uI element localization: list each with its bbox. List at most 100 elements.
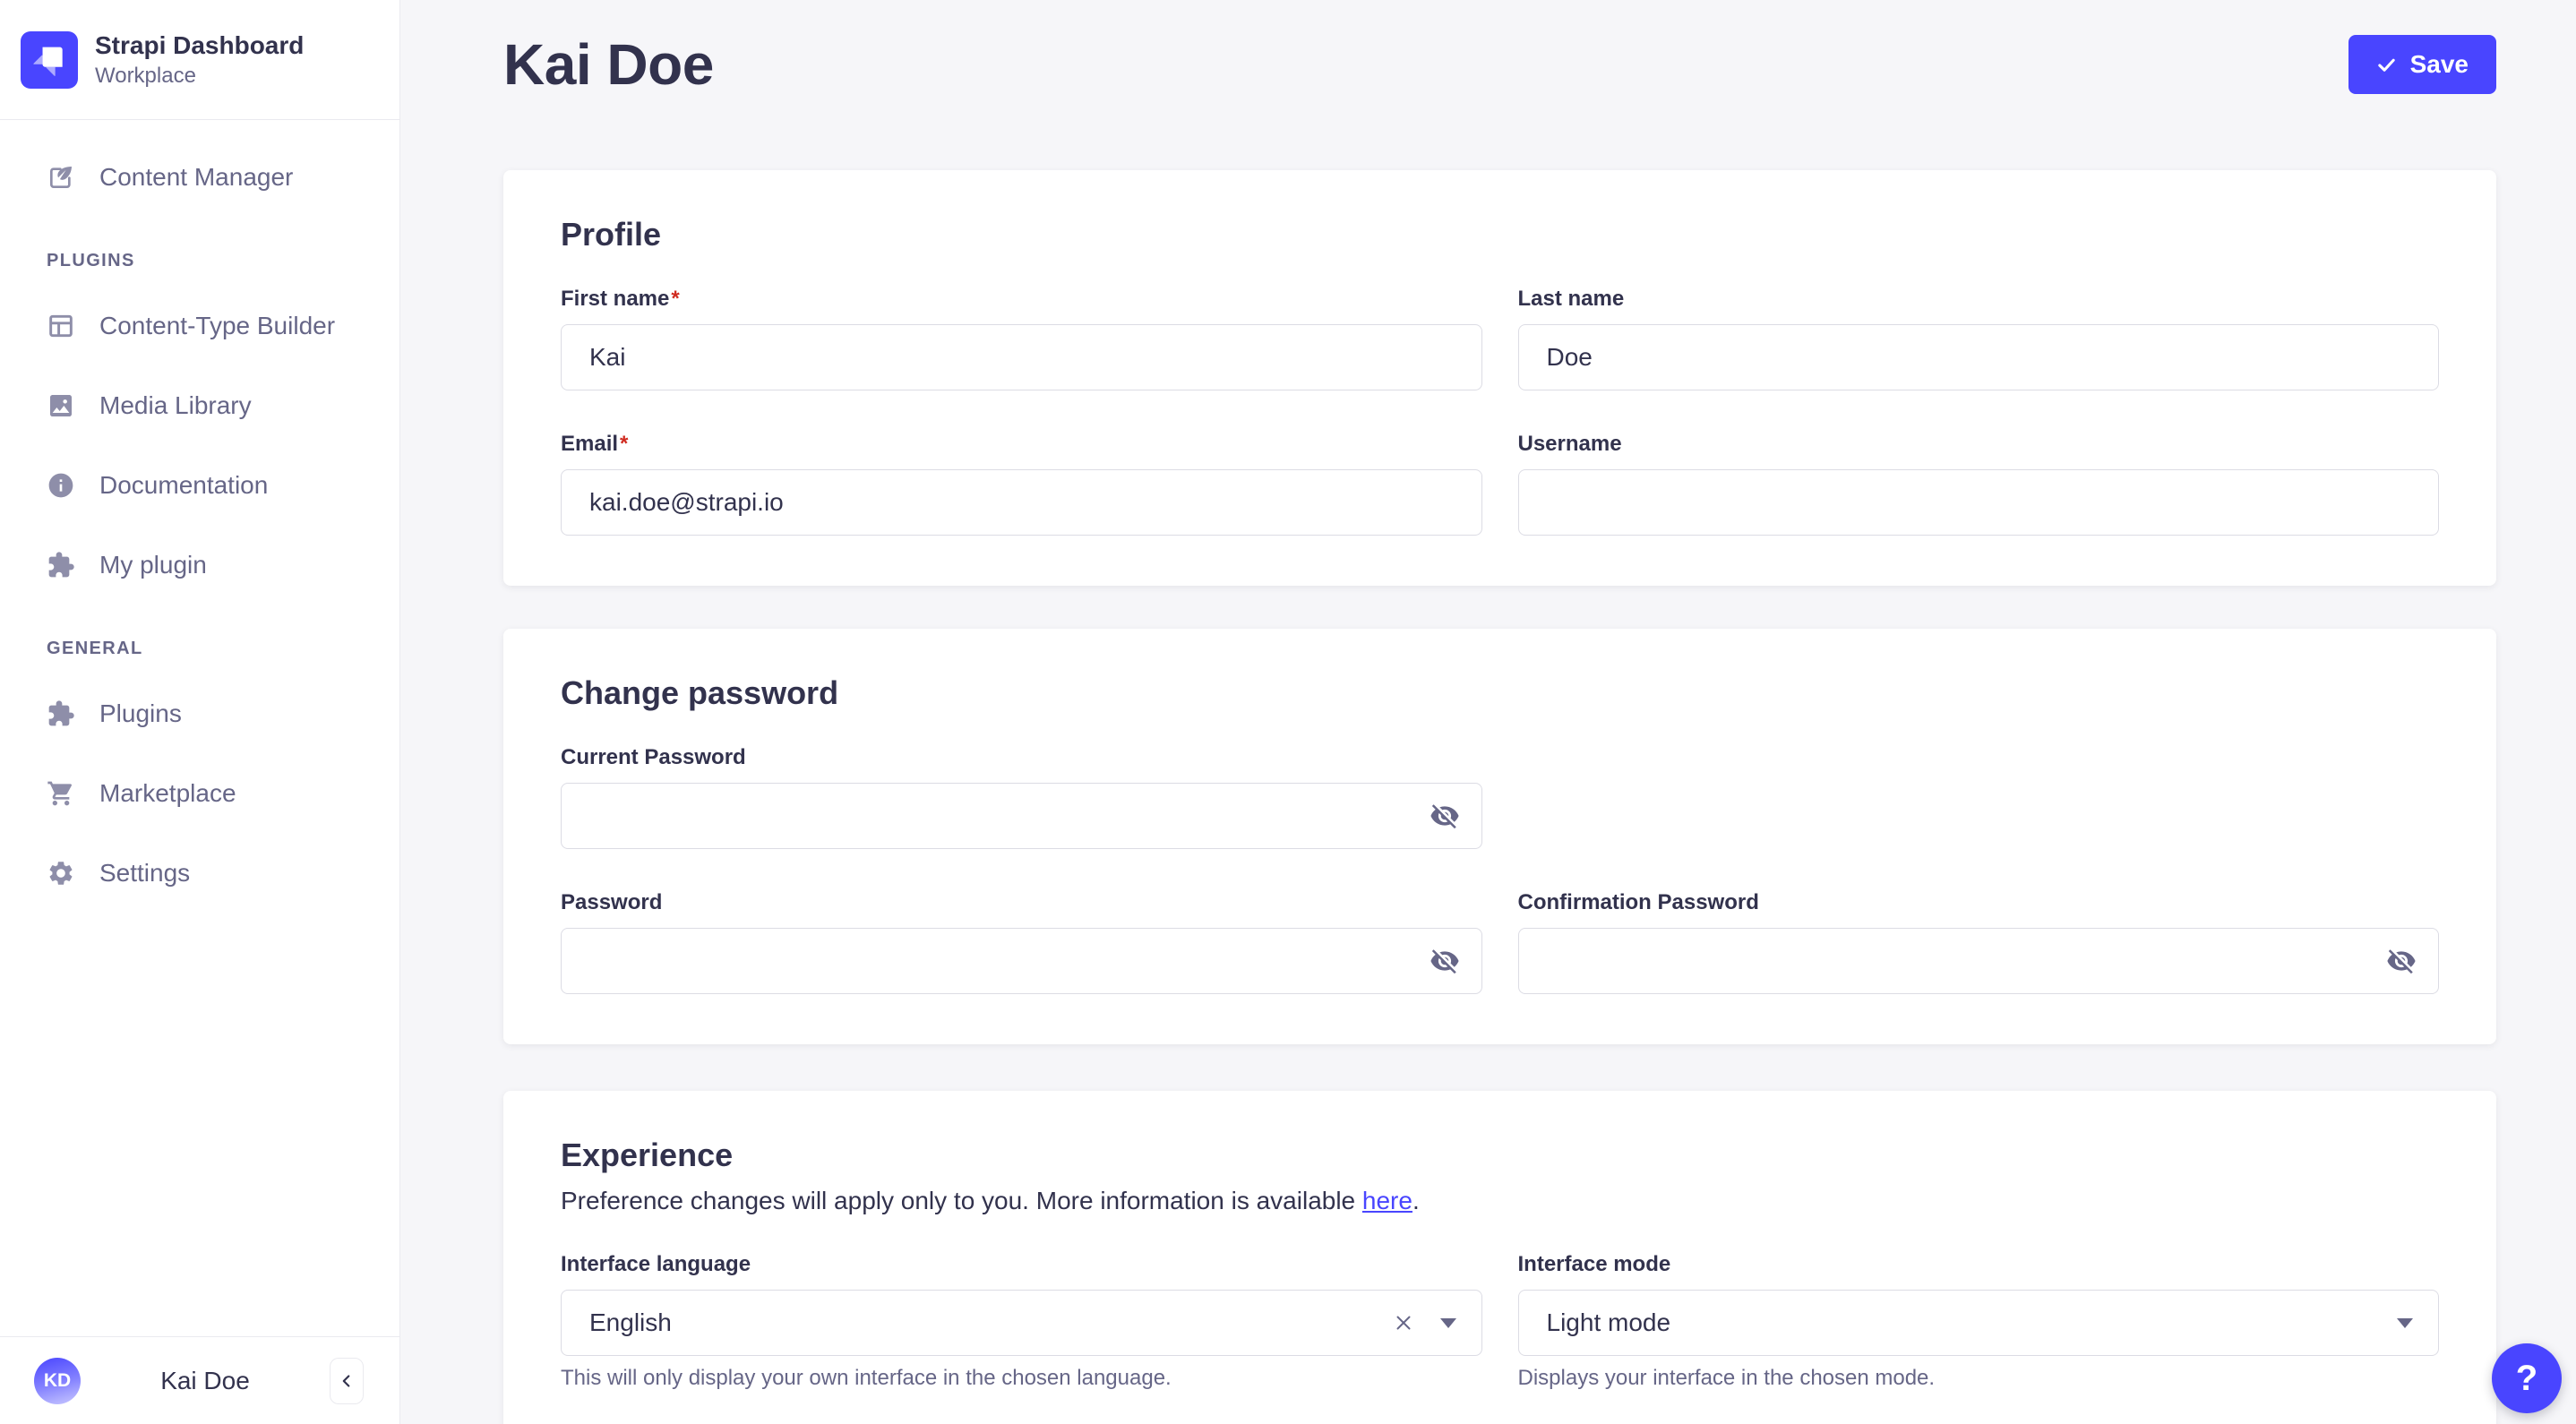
- user-name: Kai Doe: [160, 1366, 250, 1394]
- chevron-down-icon: [2397, 1317, 2413, 1328]
- interface-language-select[interactable]: English: [561, 1290, 1482, 1356]
- sidebar-item-settings[interactable]: Settings: [0, 845, 399, 902]
- workspace-text: Strapi Dashboard Workplace: [95, 30, 304, 90]
- clear-language-button[interactable]: [1392, 1311, 1415, 1334]
- selected-language: English: [589, 1308, 672, 1336]
- last-name-label: Last name: [1517, 287, 1625, 311]
- sidebar-item-content-type-builder[interactable]: Content-Type Builder: [0, 297, 399, 355]
- interface-mode-select[interactable]: Light mode: [1517, 1290, 2439, 1356]
- page-header: Kai Doe Save: [503, 32, 2496, 97]
- last-name-input[interactable]: [1517, 324, 2439, 390]
- cart-icon: [47, 779, 75, 808]
- sidebar-nav: Content Manager PLUGINS Content-Type Bui…: [0, 120, 399, 1336]
- current-password-label: Current Password: [561, 745, 746, 769]
- confirm-password-input[interactable]: [1517, 928, 2439, 994]
- required-asterisk: *: [620, 432, 629, 456]
- email-label: Email*: [561, 432, 1482, 457]
- interface-mode-hint: Displays your interface in the chosen mo…: [1517, 1366, 1936, 1390]
- save-button[interactable]: Save: [2348, 35, 2496, 94]
- subtitle-text: Preference changes will apply only to yo…: [561, 1187, 1362, 1214]
- sidebar-item-label: My plugin: [99, 551, 207, 579]
- profile-card: Profile First name* Last name Email* Use…: [503, 170, 2496, 586]
- question-mark-icon: ?: [2515, 1358, 2538, 1398]
- change-password-title: Change password: [561, 674, 839, 711]
- interface-language-hint: This will only display your own interfac…: [561, 1366, 1172, 1390]
- username-input[interactable]: [1517, 469, 2439, 536]
- interface-language-label: Interface language: [561, 1252, 751, 1276]
- selected-mode: Light mode: [1546, 1308, 1671, 1336]
- puzzle-icon: [47, 699, 75, 728]
- profile-card-title: Profile: [561, 216, 662, 253]
- media-library-icon: [47, 391, 75, 420]
- confirm-password-label: Confirmation Password: [1517, 890, 1759, 914]
- sidebar-item-label: Media Library: [99, 391, 252, 419]
- empty-cell: [1518, 745, 2440, 849]
- gear-icon: [47, 859, 75, 888]
- label-text: Email: [561, 432, 619, 456]
- collapse-sidebar-button[interactable]: [330, 1357, 364, 1404]
- username-label: Username: [1517, 432, 1622, 456]
- experience-title: Experience: [561, 1137, 734, 1173]
- interface-mode-field-group: Interface mode Light mode Displays your …: [1517, 1252, 2439, 1392]
- experience-subtitle: Preference changes will apply only to yo…: [561, 1186, 2439, 1216]
- interface-language-field-group: Interface language English This will onl…: [561, 1252, 1482, 1392]
- sidebar-item-my-plugin[interactable]: My plugin: [0, 536, 399, 594]
- sidebar-item-label: Plugins: [99, 699, 182, 727]
- password-fields: Current Password Password Confirmation P…: [561, 745, 2439, 994]
- label-text: First name: [561, 287, 670, 311]
- app-title: Strapi Dashboard: [95, 30, 305, 59]
- chevron-down-icon: [1439, 1317, 1456, 1328]
- required-asterisk: *: [671, 287, 680, 311]
- password-input[interactable]: [561, 928, 1482, 994]
- toggle-password-visibility-button[interactable]: [1427, 943, 1463, 979]
- more-information-link[interactable]: here: [1362, 1187, 1413, 1214]
- email-input[interactable]: [561, 469, 1482, 536]
- sidebar-section-plugins: PLUGINS: [47, 251, 135, 270]
- check-icon: [2376, 55, 2397, 75]
- first-name-input[interactable]: [561, 324, 1482, 390]
- password-label: Password: [561, 890, 663, 914]
- eye-off-icon: [2386, 946, 2417, 976]
- new-password-field-group: Password: [561, 890, 1482, 994]
- main-content: Kai Doe Save Profile First name* Last na…: [400, 0, 2576, 1424]
- sidebar-item-documentation[interactable]: Documentation: [0, 457, 399, 514]
- experience-card: Experience Preference changes will apply…: [503, 1091, 2496, 1424]
- profile-fields: First name* Last name Email* Username: [561, 287, 2439, 536]
- confirm-password-field-group: Confirmation Password: [1517, 890, 2439, 994]
- sidebar: Strapi Dashboard Workplace Content Manag…: [0, 0, 400, 1424]
- workspace-name: Workplace: [95, 63, 196, 88]
- sidebar-item-marketplace[interactable]: Marketplace: [0, 765, 399, 822]
- eye-off-icon: [1430, 946, 1460, 976]
- content-type-builder-icon: [47, 312, 75, 340]
- subtitle-period: .: [1412, 1187, 1420, 1214]
- username-field-group: Username: [1517, 432, 2439, 536]
- first-name-label: First name*: [561, 287, 1482, 312]
- change-password-card: Change password Current Password Passwor…: [503, 629, 2496, 1044]
- sidebar-item-media-library[interactable]: Media Library: [0, 377, 399, 434]
- sidebar-item-label: Content-Type Builder: [99, 312, 336, 339]
- sidebar-item-content-manager[interactable]: Content Manager: [0, 149, 399, 206]
- avatar: KD: [34, 1357, 81, 1404]
- page-title: Kai Doe: [503, 32, 714, 97]
- sidebar-item-label: Documentation: [99, 471, 269, 499]
- current-password-input[interactable]: [561, 783, 1482, 849]
- strapi-logo-icon: [21, 30, 78, 89]
- sidebar-item-label: Content Manager: [99, 163, 294, 191]
- chevron-left-icon: [337, 1371, 356, 1391]
- first-name-field-group: First name*: [561, 287, 1482, 390]
- toggle-password-visibility-button[interactable]: [1427, 798, 1463, 834]
- sidebar-item-label: Marketplace: [99, 779, 236, 807]
- last-name-field-group: Last name: [1517, 287, 2439, 390]
- sidebar-item-label: Settings: [99, 859, 191, 887]
- save-button-label: Save: [2409, 50, 2469, 78]
- current-password-field-group: Current Password: [561, 745, 1482, 849]
- email-field-group: Email*: [561, 432, 1482, 536]
- help-button[interactable]: ?: [2492, 1343, 2562, 1413]
- interface-mode-label: Interface mode: [1517, 1252, 1671, 1276]
- edit-icon: [47, 163, 75, 192]
- sidebar-item-plugins[interactable]: Plugins: [0, 685, 399, 742]
- sidebar-section-general: GENERAL: [47, 639, 143, 658]
- info-icon: [47, 471, 75, 500]
- eye-off-icon: [1430, 801, 1460, 831]
- toggle-password-visibility-button[interactable]: [2383, 943, 2419, 979]
